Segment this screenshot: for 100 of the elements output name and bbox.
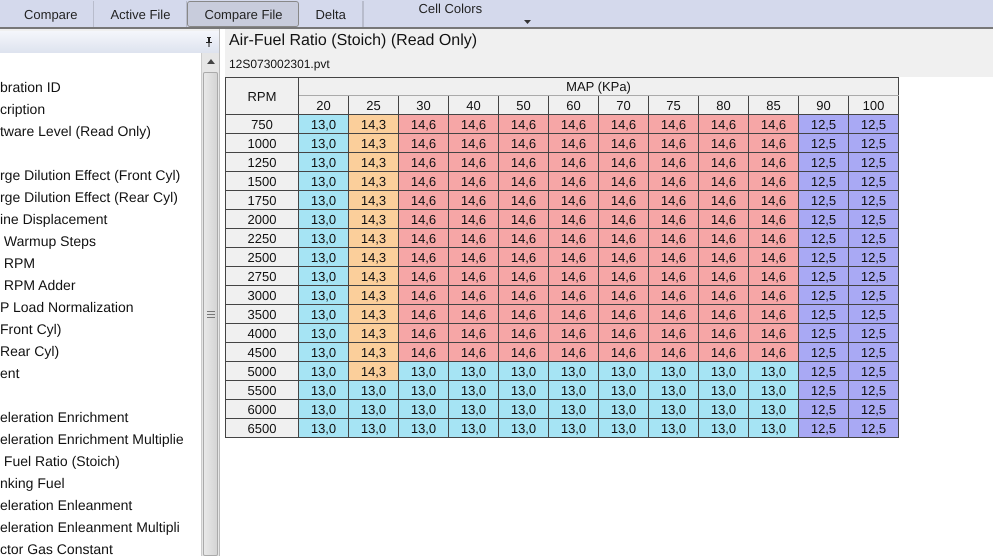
- table-cell[interactable]: 14,6: [548, 228, 598, 248]
- table-cell[interactable]: 13,0: [648, 418, 698, 438]
- table-cell[interactable]: 13,0: [498, 380, 548, 400]
- table-cell[interactable]: 14,6: [448, 324, 498, 342]
- table-cell[interactable]: 14,6: [398, 190, 448, 210]
- table-cell[interactable]: 14,6: [498, 266, 548, 286]
- table-cell[interactable]: 13,0: [298, 324, 348, 342]
- table-cell[interactable]: 14,6: [498, 152, 548, 172]
- table-cell[interactable]: 14,6: [598, 304, 648, 324]
- table-cell[interactable]: 14,6: [748, 190, 798, 210]
- table-cell[interactable]: 13,0: [598, 418, 648, 438]
- table-cell[interactable]: 12,5: [798, 114, 848, 134]
- table-cell[interactable]: 14,6: [448, 342, 498, 362]
- table-cell[interactable]: 13,0: [598, 400, 648, 418]
- table-cell[interactable]: 13,0: [298, 152, 348, 172]
- table-cell[interactable]: 14,3: [348, 190, 398, 210]
- table-cell[interactable]: 12,5: [848, 114, 898, 134]
- table-cell[interactable]: 12,5: [848, 134, 898, 152]
- table-cell[interactable]: 14,6: [698, 342, 748, 362]
- table-cell[interactable]: 13,0: [298, 304, 348, 324]
- table-cell[interactable]: 12,5: [848, 152, 898, 172]
- table-cell[interactable]: 13,0: [298, 248, 348, 266]
- table-cell[interactable]: 13,0: [748, 380, 798, 400]
- table-cell[interactable]: 12,5: [798, 400, 848, 418]
- table-cell[interactable]: 12,5: [798, 418, 848, 438]
- table-cell[interactable]: 14,6: [748, 210, 798, 228]
- table-cell[interactable]: 14,6: [698, 152, 748, 172]
- table-cell[interactable]: 14,6: [398, 134, 448, 152]
- table-cell[interactable]: 14,6: [448, 152, 498, 172]
- table-cell[interactable]: 14,6: [448, 190, 498, 210]
- table-cell[interactable]: 14,3: [348, 228, 398, 248]
- table-cell[interactable]: 14,6: [648, 324, 698, 342]
- table-cell[interactable]: 14,6: [548, 190, 598, 210]
- table-cell[interactable]: 13,0: [298, 380, 348, 400]
- table-cell[interactable]: 12,5: [798, 266, 848, 286]
- table-cell[interactable]: 12,5: [848, 342, 898, 362]
- tree-item[interactable]: RPM: [0, 252, 35, 274]
- table-cell[interactable]: 12,5: [798, 152, 848, 172]
- table-cell[interactable]: 14,6: [498, 190, 548, 210]
- table-cell[interactable]: 14,3: [348, 342, 398, 362]
- tree-item[interactable]: tware Level (Read Only): [0, 120, 151, 142]
- table-cell[interactable]: 12,5: [848, 304, 898, 324]
- tree-item[interactable]: rge Dilution Effect (Front Cyl): [0, 164, 180, 186]
- table-cell[interactable]: 12,5: [848, 172, 898, 190]
- table-cell[interactable]: 14,6: [648, 210, 698, 228]
- table-cell[interactable]: 14,6: [648, 342, 698, 362]
- table-cell[interactable]: 14,6: [748, 266, 798, 286]
- ribbon-button[interactable]: Delta: [299, 1, 363, 27]
- table-cell[interactable]: 13,0: [748, 418, 798, 438]
- table-cell[interactable]: 14,6: [648, 190, 698, 210]
- ribbon-button[interactable]: Compare File: [187, 1, 300, 27]
- tree-item[interactable]: Rear Cyl): [0, 340, 60, 362]
- table-cell[interactable]: 14,6: [448, 114, 498, 134]
- table-cell[interactable]: 14,6: [548, 210, 598, 228]
- table-cell[interactable]: 14,6: [548, 134, 598, 152]
- table-cell[interactable]: 14,6: [698, 248, 748, 266]
- table-cell[interactable]: 14,6: [548, 304, 598, 324]
- table-cell[interactable]: 12,5: [798, 324, 848, 342]
- table-cell[interactable]: 14,6: [548, 152, 598, 172]
- tree-item[interactable]: RPM Adder: [0, 274, 76, 296]
- table-cell[interactable]: 13,0: [748, 362, 798, 380]
- table-cell[interactable]: 14,6: [398, 286, 448, 304]
- table-cell[interactable]: 13,0: [498, 418, 548, 438]
- table-cell[interactable]: 13,0: [748, 400, 798, 418]
- table-cell[interactable]: 13,0: [548, 400, 598, 418]
- table-cell[interactable]: 14,6: [448, 134, 498, 152]
- table-cell[interactable]: 12,5: [798, 228, 848, 248]
- table-cell[interactable]: 14,6: [448, 228, 498, 248]
- table-cell[interactable]: 14,6: [698, 286, 748, 304]
- table-cell[interactable]: 14,6: [698, 228, 748, 248]
- table-cell[interactable]: 13,0: [448, 362, 498, 380]
- table-cell[interactable]: 12,5: [798, 380, 848, 400]
- table-cell[interactable]: 13,0: [398, 362, 448, 380]
- table-cell[interactable]: 12,5: [798, 190, 848, 210]
- table-cell[interactable]: 12,5: [848, 380, 898, 400]
- table-cell[interactable]: 14,6: [698, 266, 748, 286]
- table-cell[interactable]: 12,5: [798, 286, 848, 304]
- cell-colors-dropdown[interactable]: Cell Colors: [362, 1, 537, 27]
- table-cell[interactable]: 12,5: [798, 172, 848, 190]
- pin-icon[interactable]: [205, 37, 213, 47]
- ribbon-button[interactable]: Compare: [8, 1, 94, 27]
- table-cell[interactable]: 12,5: [848, 324, 898, 342]
- table-cell[interactable]: 14,6: [398, 114, 448, 134]
- table-cell[interactable]: 14,6: [498, 342, 548, 362]
- table-cell[interactable]: 14,3: [348, 134, 398, 152]
- table-cell[interactable]: 14,6: [598, 152, 648, 172]
- table-cell[interactable]: 14,6: [598, 248, 648, 266]
- table-cell[interactable]: 14,6: [598, 210, 648, 228]
- table-cell[interactable]: 14,6: [598, 266, 648, 286]
- table-cell[interactable]: 14,6: [748, 342, 798, 362]
- scroll-up-icon[interactable]: [206, 59, 214, 64]
- table-cell[interactable]: 14,6: [498, 304, 548, 324]
- table-cell[interactable]: 14,6: [648, 152, 698, 172]
- table-cell[interactable]: 12,5: [798, 210, 848, 228]
- table-cell[interactable]: 14,6: [698, 114, 748, 134]
- table-cell[interactable]: 14,6: [498, 228, 548, 248]
- table-cell[interactable]: 13,0: [298, 228, 348, 248]
- table-cell[interactable]: 13,0: [298, 342, 348, 362]
- table-cell[interactable]: 14,6: [748, 172, 798, 190]
- table-cell[interactable]: 14,6: [748, 248, 798, 266]
